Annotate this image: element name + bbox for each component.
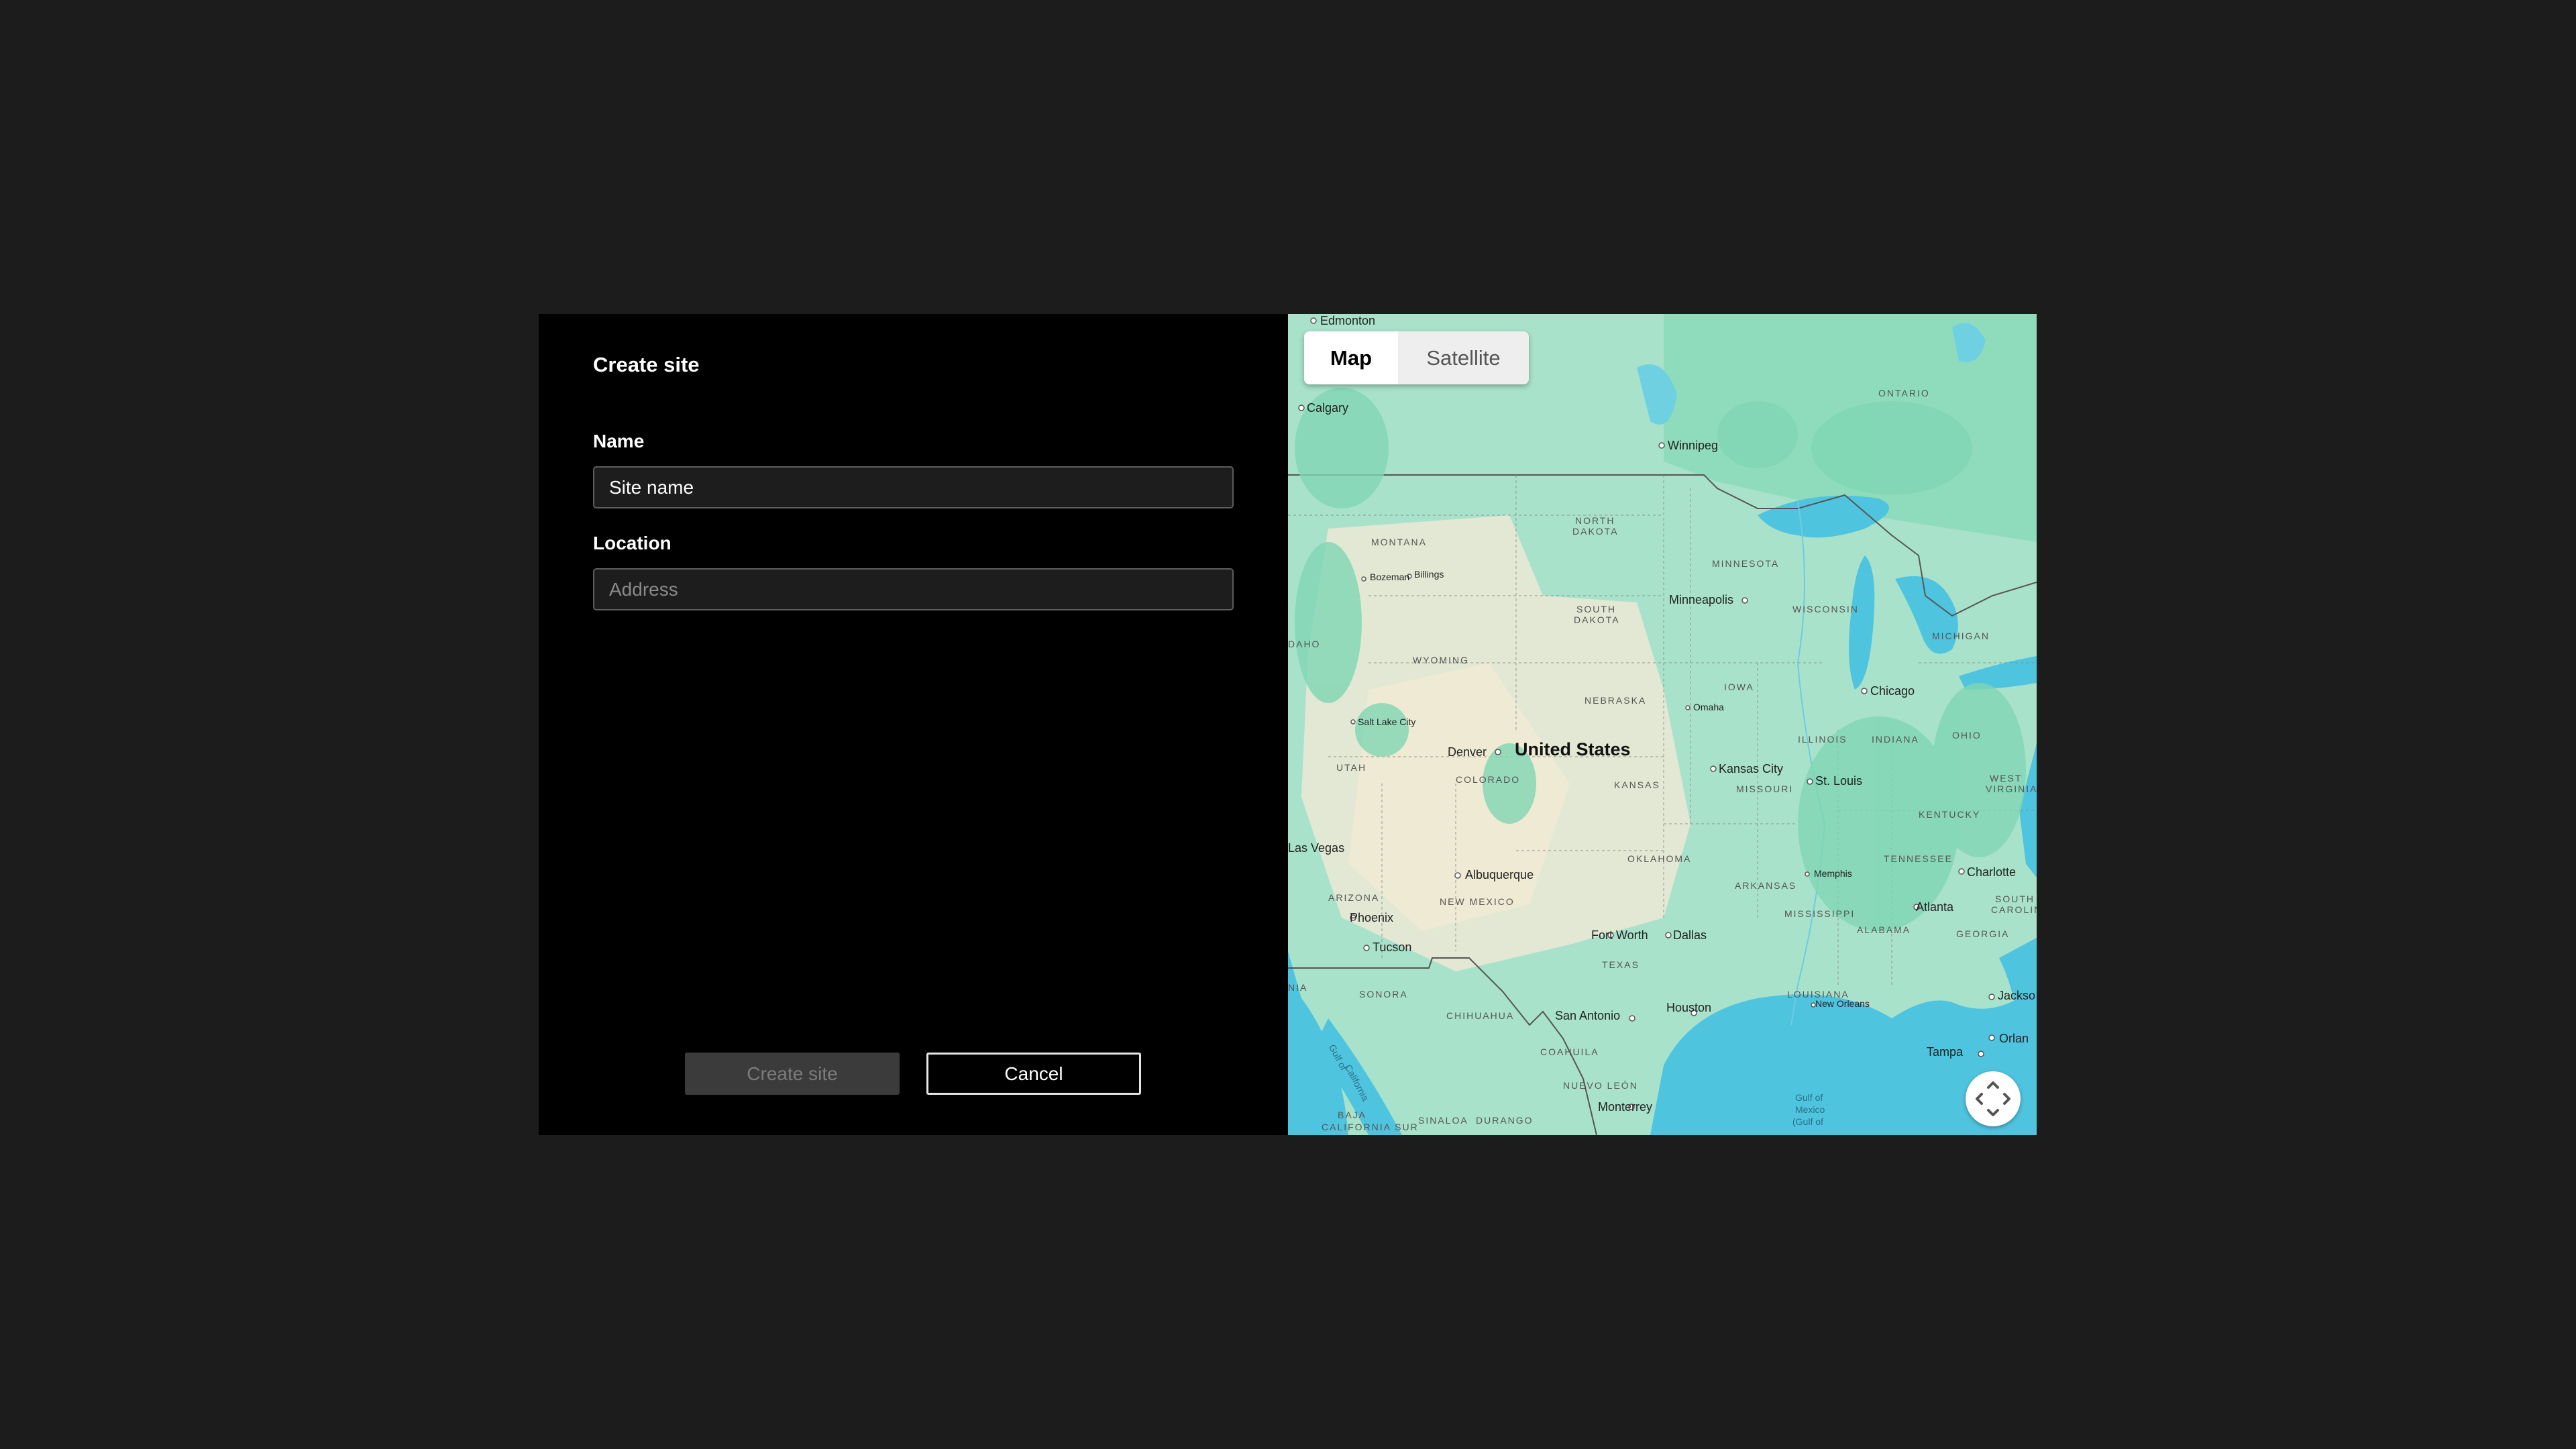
map-label-gulf-mexico-2: Mexico xyxy=(1795,1104,1825,1115)
map-label-billings: Billings xyxy=(1414,569,1444,580)
location-label: Location xyxy=(593,533,672,553)
map-label-edmonton: Edmonton xyxy=(1320,314,1376,327)
map-label-albuquerque: Albuquerque xyxy=(1465,868,1534,881)
cancel-button[interactable]: Cancel xyxy=(926,1053,1141,1095)
map-label-south-carolina-2: CAROLINA xyxy=(1991,904,2037,915)
map-label-new-mexico: NEW MEXICO xyxy=(1440,896,1515,907)
map-label-winnipeg: Winnipeg xyxy=(1668,439,1719,452)
map-type-satellite-button[interactable]: Satellite xyxy=(1398,331,1529,384)
map-label-colorado: COLORADO xyxy=(1456,774,1521,785)
map-label-fort-worth: Fort Worth xyxy=(1591,928,1648,942)
map-label-minnesota: MINNESOTA xyxy=(1712,558,1780,569)
map-label-south-dakota-1: SOUTH xyxy=(1576,604,1616,614)
map-label-dallas: Dallas xyxy=(1673,928,1707,942)
map-label-iowa: IOWA xyxy=(1724,682,1754,692)
create-site-button[interactable]: Create site xyxy=(685,1053,900,1095)
map-label-oklahoma: OKLAHOMA xyxy=(1627,853,1692,864)
map-label-wyoming: WYOMING xyxy=(1413,655,1469,665)
map-label-baja-1: BAJA xyxy=(1338,1110,1367,1120)
map-view[interactable]: Edmonton Calgary Winnipeg ONTARIO NORTH … xyxy=(1288,314,2037,1135)
map-label-atlanta: Atlanta xyxy=(1916,900,1954,914)
form-pane: Create site Name Location Create site Ca… xyxy=(539,314,1288,1135)
map-label-charlotte: Charlotte xyxy=(1967,865,2017,879)
recenter-arrows-icon xyxy=(1976,1081,2010,1116)
map-type-map-button[interactable]: Map xyxy=(1304,331,1398,384)
name-label: Name xyxy=(593,431,645,451)
map-label-ohio: OHIO xyxy=(1952,730,1982,741)
map-label-omaha: Omaha xyxy=(1693,702,1724,712)
address-input[interactable] xyxy=(593,568,1234,610)
map-label-sinaloa: SINALOA xyxy=(1418,1115,1468,1126)
map-label-texas: TEXAS xyxy=(1602,959,1640,970)
map-label-jacksonville: Jackso xyxy=(1998,989,2036,1002)
map-label-memphis: Memphis xyxy=(1814,868,1852,879)
map-label-west-virginia-2: VIRGINIA xyxy=(1986,784,2037,794)
map-label-indiana: INDIANA xyxy=(1872,734,1919,745)
map-label-mississippi: MISSISSIPPI xyxy=(1784,908,1856,919)
map-label-baja-2: CALIFORNIA SUR xyxy=(1322,1122,1419,1132)
map-label-houston: Houston xyxy=(1666,1001,1712,1014)
map-label-michigan: MICHIGAN xyxy=(1932,631,1990,641)
map-label-new-orleans: New Orleans xyxy=(1815,998,1870,1009)
map-label-durango: DURANGO xyxy=(1476,1115,1534,1126)
map-label-ontario: ONTARIO xyxy=(1878,388,1930,398)
map-label-tampa: Tampa xyxy=(1927,1045,1964,1059)
map-label-salt-lake-city: Salt Lake City xyxy=(1358,716,1416,727)
map-label-calgary: Calgary xyxy=(1307,401,1349,415)
map-label-minneapolis: Minneapolis xyxy=(1669,593,1734,606)
map-label-tucson: Tucson xyxy=(1373,941,1412,954)
map-label-montana: MONTANA xyxy=(1371,537,1427,547)
map-label-kansas: KANSAS xyxy=(1614,780,1660,790)
map-label-denver: Denver xyxy=(1448,745,1487,759)
create-site-dialog: Create site Name Location Create site Ca… xyxy=(539,314,2037,1135)
map-label-st-louis: St. Louis xyxy=(1815,774,1863,788)
map-label-chicago: Chicago xyxy=(1870,684,1915,698)
map-label-arizona: ARIZONA xyxy=(1328,892,1380,903)
map-label-kentucky: KENTUCKY xyxy=(1919,809,1981,820)
map-label-north-dakota-2: DAKOTA xyxy=(1572,526,1619,537)
map-label-alabama: ALABAMA xyxy=(1857,924,1911,935)
map-label-sonora: SONORA xyxy=(1359,989,1408,1000)
map-label-san-antonio: San Antonio xyxy=(1555,1009,1621,1022)
map-label-utah: UTAH xyxy=(1336,762,1367,773)
map-label-idaho: DAHO xyxy=(1288,639,1321,649)
map-label-west-virginia-1: WEST xyxy=(1990,773,2023,784)
map-label-south-dakota-2: DAKOTA xyxy=(1574,614,1620,625)
map-label-north-dakota-1: NORTH xyxy=(1575,515,1615,526)
map-label-nuevo-leon: NUEVO LEÓN xyxy=(1563,1080,1638,1091)
map-label-chihuahua: CHIHUAHUA xyxy=(1446,1010,1515,1021)
map-label-kansas-city: Kansas City xyxy=(1719,762,1784,775)
map-label-orlando: Orlan xyxy=(1999,1032,2029,1045)
map-label-las-vegas: Las Vegas xyxy=(1288,841,1345,855)
map-label-nebraska: NEBRASKA xyxy=(1585,695,1647,706)
map-label-coahuila: COAHUILA xyxy=(1540,1046,1599,1057)
recenter-button[interactable] xyxy=(1966,1071,2021,1126)
map-label-bozeman: Bozeman xyxy=(1370,572,1410,582)
map-label-united-states: United States xyxy=(1515,739,1631,759)
map-label-phoenix: Phoenix xyxy=(1350,911,1394,924)
map-type-toggle: Map Satellite xyxy=(1304,331,1529,384)
map-label-california-short: NIA xyxy=(1288,982,1308,993)
map-label-south-carolina-1: SOUTH xyxy=(1995,894,2035,904)
name-input[interactable] xyxy=(593,466,1234,508)
map-label-gulf-mexico-3: (Gulf of xyxy=(1792,1116,1823,1127)
map-label-georgia: GEORGIA xyxy=(1956,928,2010,939)
map-label-wisconsin: WISCONSIN xyxy=(1792,604,1859,614)
dialog-title: Create site xyxy=(593,353,700,376)
map-label-arkansas: ARKANSAS xyxy=(1735,880,1797,891)
map-label-illinois: ILLINOIS xyxy=(1798,734,1847,745)
map-label-tennessee: TENNESSEE xyxy=(1884,853,1953,864)
map-label-missouri: MISSOURI xyxy=(1736,784,1794,794)
map-label-gulf-mexico-1: Gulf of xyxy=(1795,1092,1823,1103)
map-label-monterrey: Monterrey xyxy=(1598,1100,1653,1114)
